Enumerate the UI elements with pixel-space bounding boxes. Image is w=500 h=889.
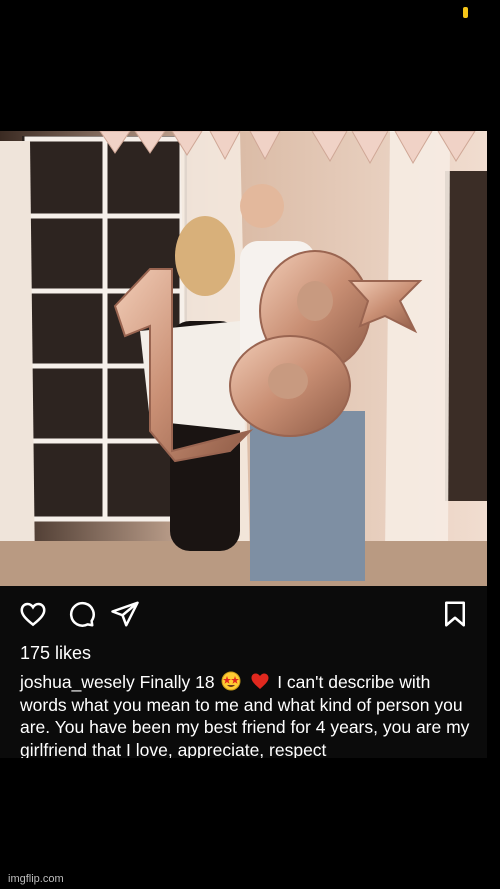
comment-icon[interactable] [66, 599, 96, 629]
caption-start: Finally 18 [139, 672, 215, 692]
status-indicator [463, 7, 468, 18]
instagram-post: 175 likes joshua_wesely Finally 18 I can… [0, 131, 487, 758]
bookmark-icon[interactable] [440, 599, 470, 629]
caption-username[interactable]: joshua_wesely [20, 672, 135, 692]
post-caption: joshua_wesely Finally 18 I can't describ… [20, 671, 480, 758]
heart-icon[interactable] [18, 599, 48, 629]
post-action-bar [0, 599, 487, 629]
star-struck-emoji [221, 671, 241, 691]
watermark: imgflip.com [8, 873, 64, 885]
red-heart-emoji [251, 673, 269, 689]
likes-count[interactable]: 175 likes [20, 643, 91, 664]
share-icon[interactable] [110, 599, 140, 629]
post-photo [0, 131, 487, 586]
